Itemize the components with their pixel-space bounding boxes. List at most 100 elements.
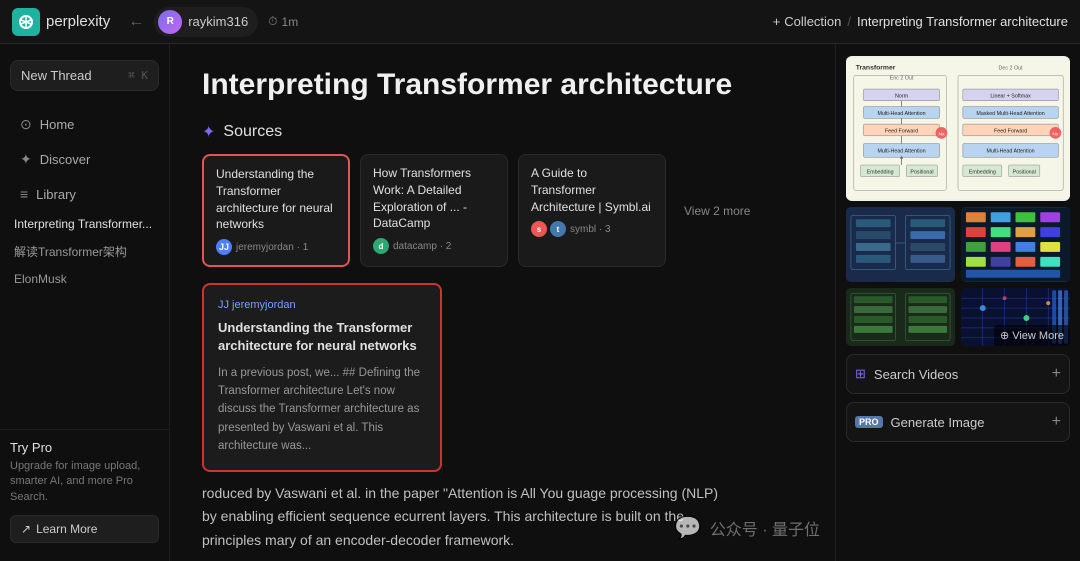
collection-link[interactable]: + Collection [773,14,842,29]
popup-card-container: JJ jeremyjordan Understanding the Transf… [202,283,803,471]
learn-more-button[interactable]: ↗ Learn More [10,515,159,543]
thread-item-1[interactable]: Interpreting Transformer... [0,211,169,237]
breadcrumb-title: Interpreting Transformer architecture [857,14,1068,29]
svg-text:Positional: Positional [910,169,933,175]
thumb-svg-2 [961,207,1070,282]
new-thread-button[interactable]: New Thread ⌘ K [10,60,159,91]
source-card-2[interactable]: How Transformers Work: A Detailed Explor… [360,154,508,267]
svg-text:Transformer: Transformer [856,65,896,72]
sources-label: Sources [223,123,282,141]
new-thread-label: New Thread [21,68,92,83]
thread-item-3[interactable]: ElonMusk [0,266,169,292]
source-dot-3b: t [550,221,566,237]
plus-icon: + [773,14,781,29]
source-title-2: How Transformers Work: A Detailed Explor… [373,165,495,232]
sidebar-item-label: Library [36,187,76,202]
sidebar-item-label: Discover [40,152,91,167]
popup-preview: In a previous post, we... ## Defining th… [218,364,426,456]
user-badge[interactable]: R raykim316 [154,7,258,37]
popup-user: JJ jeremyjordan [218,299,426,311]
thumb-image-4[interactable]: ⊕ View More [961,288,1070,346]
sidebar-item-library[interactable]: ≡ Library [6,178,163,210]
popup-title: Understanding the Transformer architectu… [218,319,426,355]
image-row-2: ⊕ View More [846,288,1070,346]
sidebar-item-label: Home [40,117,75,132]
generate-image-left: PRO Generate Image [855,415,984,430]
source-dot-3a: s [531,221,547,237]
logo-icon [12,8,40,36]
source-meta-3: s t symbl · 3 [531,221,653,237]
thumb-svg-3 [846,288,955,346]
thread-item-2[interactable]: 解读Transformer架构 [0,237,169,266]
view-more-sources[interactable]: View 2 more [684,154,750,267]
source-domain-2: datacamp · 2 [393,241,451,252]
content-area: Interpreting Transformer architecture ✦ … [170,44,835,561]
source-popup-card[interactable]: JJ jeremyjordan Understanding the Transf… [202,283,442,471]
sidebar-item-home[interactable]: ⊙ Home [6,108,163,141]
clock-icon: ⏱ [268,14,277,29]
right-panel: Transformer Embedding Positional Multi-H… [835,44,1080,561]
generate-image-label: Generate Image [891,415,985,430]
library-icon: ≡ [20,186,28,202]
thumb-image-3[interactable] [846,288,955,346]
username: raykim316 [188,14,248,29]
svg-text:Nx: Nx [1052,131,1059,137]
sources-grid: Understanding the Transformer architectu… [202,154,803,267]
svg-text:Multi-Head Attention: Multi-Head Attention [987,148,1035,154]
svg-text:Feed Forward: Feed Forward [885,128,918,134]
svg-text:Masked Multi-Head Attention: Masked Multi-Head Attention [976,111,1044,117]
thumb-image-1[interactable] [846,207,955,282]
sidebar: New Thread ⌘ K ⊙ Home ✦ Discover ≡ Libra… [0,44,170,561]
home-icon: ⊙ [20,116,32,133]
svg-text:Norm: Norm [895,93,909,99]
svg-text:Dec 2 Out: Dec 2 Out [999,66,1024,72]
grid-icon: ⊞ [855,366,866,382]
pro-badge-icon: PRO [855,416,883,428]
view-more-overlay[interactable]: ⊕ View More [994,325,1070,346]
arrow-icon: ↗ [21,522,31,536]
source-card-1[interactable]: Understanding the Transformer architectu… [202,154,350,267]
kbd-shortcut: ⌘ K [128,69,148,82]
time-ago: 1m [282,15,299,29]
svg-text:Linear + Softmax: Linear + Softmax [990,93,1031,99]
logo[interactable]: perplexity [12,8,110,36]
search-videos-plus-icon: + [1052,365,1061,383]
source-title-1: Understanding the Transformer architectu… [216,166,336,233]
source-meta-1: JJ jeremyjordan · 1 [216,239,336,255]
content-body: roduced by Vaswani et al. in the paper "… [202,482,722,561]
thumb-svg-1 [846,207,955,282]
try-pro-description: Upgrade for image upload, smarter AI, an… [10,459,159,505]
search-videos-left: ⊞ Search Videos [855,366,958,382]
learn-more-label: Learn More [36,522,97,536]
thumb-image-2[interactable] [961,207,1070,282]
breadcrumb: + Collection / Interpreting Transformer … [773,14,1068,29]
discover-icon: ✦ [20,151,32,168]
svg-text:Multi-Head Attention: Multi-Head Attention [877,148,925,154]
search-videos-action[interactable]: ⊞ Search Videos + [846,354,1070,394]
source-dot-1: JJ [216,239,232,255]
collection-label: Collection [784,14,841,29]
generate-image-action[interactable]: PRO Generate Image + [846,402,1070,442]
logo-text: perplexity [46,13,110,30]
svg-text:Enc 2 Out: Enc 2 Out [890,75,914,81]
source-card-3[interactable]: A Guide to Transformer Architecture | Sy… [518,154,666,267]
back-arrow[interactable]: ← [128,13,144,31]
generate-image-plus-icon: + [1052,413,1061,431]
sources-icon: ✦ [202,122,215,142]
source-domain-3: symbl · 3 [570,224,611,235]
sources-header: ✦ Sources [202,122,803,142]
source-dot-2: d [373,238,389,254]
sidebar-item-discover[interactable]: ✦ Discover [6,143,163,176]
svg-text:Embedding: Embedding [867,169,894,175]
transformer-svg: Transformer Embedding Positional Multi-H… [846,56,1070,201]
intro-paragraph: roduced by Vaswani et al. in the paper "… [202,482,722,553]
svg-text:Positional: Positional [1013,169,1036,175]
svg-text:Multi-Head Attention: Multi-Head Attention [877,111,925,117]
main-layout: New Thread ⌘ K ⊙ Home ✦ Discover ≡ Libra… [0,44,1080,561]
top-navigation: perplexity ← R raykim316 ⏱ 1m + Collecti… [0,0,1080,44]
transformer-diagram-image[interactable]: Transformer Embedding Positional Multi-H… [846,56,1070,201]
source-title-3: A Guide to Transformer Architecture | Sy… [531,165,653,215]
avatar: R [158,10,182,34]
sidebar-bottom: Try Pro Upgrade for image upload, smarte… [0,429,169,553]
time-indicator: ⏱ 1m [268,14,298,29]
